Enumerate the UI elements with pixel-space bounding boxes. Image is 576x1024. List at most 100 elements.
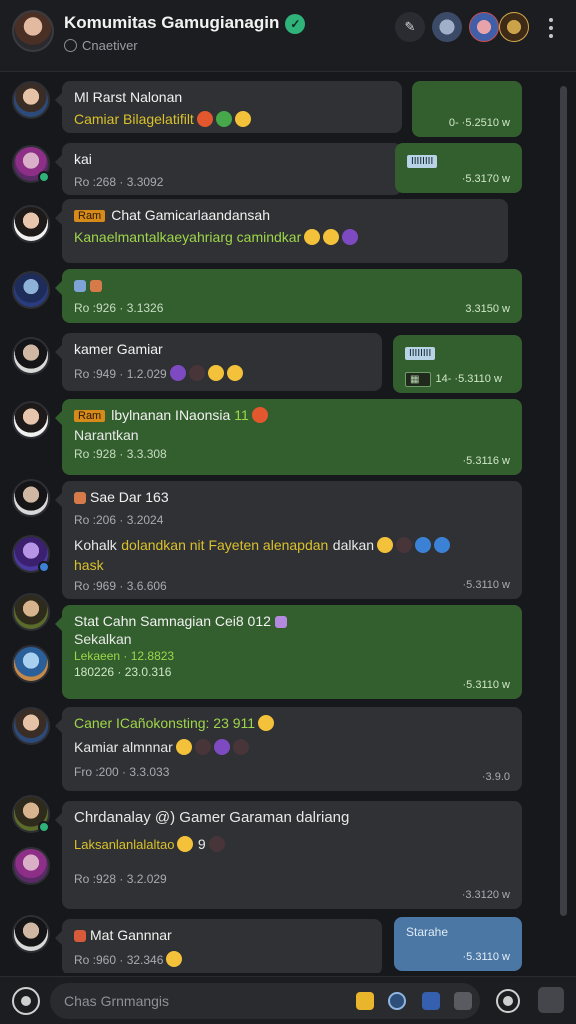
- message-bubble-own[interactable]: Starahe ·5.3110 w: [394, 917, 522, 971]
- message-bubble[interactable]: Ro :926 · 3.1326 3.3150 w: [55, 269, 522, 323]
- message-text: Camiar Bilagelatifilt: [74, 111, 194, 127]
- message-text: 11: [234, 407, 249, 423]
- emoji-icon: [208, 836, 225, 852]
- message-timestamp: Ro :969 · 3.6.606: [74, 579, 167, 593]
- emoji-icon: [415, 537, 432, 553]
- emoji-icon: [342, 229, 359, 245]
- emoji-picker-icon[interactable]: [356, 992, 374, 1010]
- emoji-icon: [304, 229, 321, 245]
- attachment-chip: IIIIIIII: [407, 155, 438, 168]
- role-tag: Ram: [74, 210, 106, 222]
- message-text: Laksanlanlalaltao: [74, 837, 175, 852]
- message-timestamp: 14- ·5.3110 w: [435, 373, 502, 385]
- message-bubble-own[interactable]: IIIIIIII ·5.3170 w: [395, 143, 522, 193]
- message-timestamp: Ro :949 · 1.2.029: [74, 367, 167, 381]
- emoji-icon: [169, 365, 186, 381]
- emoji-icon: [188, 365, 205, 381]
- message-author: Mat Gannnar: [90, 927, 172, 943]
- message-bubble-own[interactable]: 0- ·5.2510 w: [412, 81, 522, 137]
- avatar[interactable]: [12, 915, 50, 953]
- attachment-chip: IIIIIIII: [405, 347, 436, 360]
- message-text: 9: [197, 836, 206, 852]
- message-author: Chrdanalay @) Gamer Garaman dalriang: [74, 809, 350, 826]
- message-bubble[interactable]: Chrdanalay @) Gamer Garaman dalriang Lak…: [55, 801, 522, 909]
- message-author: kamer Gamiar: [74, 341, 163, 357]
- avatar[interactable]: [12, 535, 50, 573]
- message-text: hask: [74, 557, 104, 573]
- avatar[interactable]: [12, 479, 50, 517]
- voice-icon[interactable]: [496, 989, 520, 1013]
- verified-icon: ✓: [285, 13, 306, 34]
- message-bubble[interactable]: Mat Gannnar Ro :960 · 32.346: [55, 919, 382, 973]
- message-text: Kanaelmantalkaeyahriarg camindkar: [74, 229, 302, 245]
- emoji-icon: [177, 836, 194, 852]
- message-bubble[interactable]: Ram Chat Gamicarlaandansah Kanaelmantalka…: [55, 199, 508, 263]
- pen-icon[interactable]: ✎: [395, 12, 425, 42]
- message-timestamp: 0- ·5.2510 w: [448, 117, 510, 129]
- emoji-icon: [215, 111, 232, 127]
- message-bubble[interactable]: Ram lbylnanan INaonsia 11 Narantkan Ro :9…: [55, 399, 522, 475]
- member-avatar-3[interactable]: [499, 12, 529, 42]
- message-bubble[interactable]: kamer Gamiar Ro :949 · 1.2.029: [55, 333, 382, 391]
- message-list[interactable]: Ml Rarst Nalonan Camiar Bilagelatifilt 0…: [0, 73, 576, 973]
- emoji-icon: [166, 951, 183, 967]
- message-input[interactable]: Chas Grnmangis: [50, 983, 480, 1019]
- message-bubble[interactable]: Stat Cahn Samnagian Cei8 012 Sekalkan Le…: [55, 605, 522, 699]
- sticker-icon: [74, 930, 86, 942]
- emoji-icon: [232, 739, 249, 755]
- more-menu-icon[interactable]: [545, 16, 557, 40]
- message-text: Starahe: [406, 925, 449, 939]
- message-bubble-own[interactable]: IIIIIIII ▦ 14- ·5.3110 w: [393, 335, 522, 393]
- message-timestamp: Ro :960 · 32.346: [74, 953, 164, 967]
- message-bubble[interactable]: Caner ICañokonsting: 23 911 Kamiar almnn…: [55, 707, 522, 791]
- message-author: Ml Rarst Nalonan: [74, 89, 183, 105]
- gif-icon[interactable]: [422, 992, 440, 1010]
- emoji-icon: [175, 739, 192, 755]
- member-avatar-1[interactable]: [432, 12, 462, 42]
- message-timestamp: Ro :926 · 3.1326: [74, 301, 164, 315]
- message-timestamp: 180226 · 23.0.316: [74, 665, 172, 679]
- group-subtitle: Cnaetiver: [64, 38, 138, 53]
- chat-header: Komumitas Gamugianagin ✓ Cnaetiver ✎: [0, 0, 576, 72]
- message-text: Sekalkan: [74, 631, 132, 647]
- emoji-icon: [226, 365, 243, 381]
- avatar[interactable]: [12, 271, 50, 309]
- avatar[interactable]: [12, 645, 50, 683]
- scrollbar-thumb[interactable]: [560, 86, 567, 916]
- message-author: Chat Gamicarlaandansah: [111, 207, 270, 223]
- message-timestamp: ·5.3170 w: [461, 173, 510, 185]
- message-timestamp: ·3.3120 w: [461, 889, 510, 901]
- avatar[interactable]: [12, 707, 50, 745]
- message-author: Sae Dar 163: [90, 489, 169, 505]
- avatar[interactable]: [12, 795, 50, 833]
- scrollbar[interactable]: [558, 86, 568, 966]
- avatar[interactable]: [12, 401, 50, 439]
- avatar[interactable]: [12, 145, 50, 183]
- emoji-icon: [196, 111, 213, 127]
- emoji-icon: [213, 739, 230, 755]
- message-bubble[interactable]: Sae Dar 163 Ro :206 · 3.2024 Kohalk dola…: [55, 481, 522, 599]
- message-text: Lekaeen · 12.8823: [74, 649, 175, 663]
- message-timestamp: Fro :200 · 3.3.033: [74, 765, 170, 779]
- message-bubble[interactable]: kai Ro :268 · 3.3092: [55, 143, 402, 195]
- sticker-picker-icon[interactable]: [388, 992, 406, 1010]
- avatar[interactable]: [12, 337, 50, 375]
- message-timestamp: ·3.9.0: [481, 771, 510, 783]
- group-title[interactable]: Komumitas Gamugianagin ✓: [64, 13, 306, 34]
- message-author: Kohalk: [74, 537, 117, 553]
- avatar[interactable]: [12, 81, 50, 119]
- avatar[interactable]: [12, 847, 50, 885]
- role-tag: Ram: [74, 410, 106, 422]
- member-avatar-2[interactable]: [469, 12, 499, 42]
- message-timestamp: 3.3150 w: [465, 303, 510, 315]
- send-button[interactable]: [538, 987, 564, 1013]
- message-bubble[interactable]: Ml Rarst Nalonan Camiar Bilagelatifilt: [55, 81, 402, 133]
- attach-icon[interactable]: [454, 992, 472, 1010]
- group-avatar[interactable]: [12, 10, 54, 52]
- avatar[interactable]: [12, 205, 50, 243]
- message-composer: Chas Grnmangis: [0, 976, 576, 1024]
- avatar[interactable]: [12, 593, 50, 631]
- camera-icon[interactable]: [12, 987, 40, 1015]
- emoji-icon: [194, 739, 211, 755]
- message-author: Stat Cahn Samnagian Cei8 012: [74, 613, 271, 629]
